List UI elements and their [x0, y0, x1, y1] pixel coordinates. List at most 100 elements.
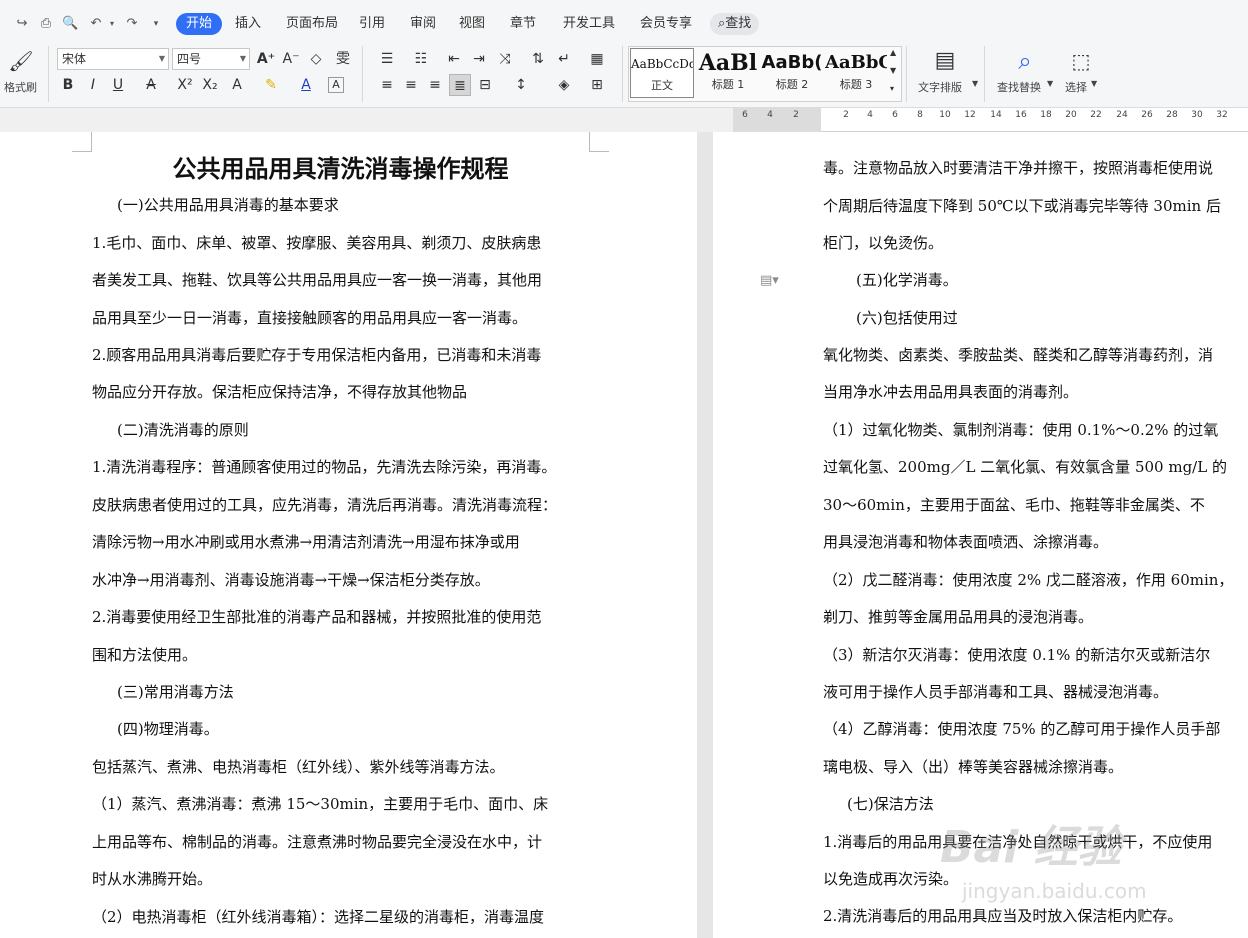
- ruler-tick: 16: [1015, 110, 1027, 120]
- distributed-icon[interactable]: ⊟: [474, 74, 496, 96]
- format-painter-label[interactable]: 格式刷: [4, 79, 37, 95]
- shading-icon[interactable]: ◈: [553, 74, 575, 96]
- select-label[interactable]: 选择: [1065, 79, 1087, 95]
- format-painter-icon[interactable]: 🖌: [8, 48, 34, 74]
- page-corner-mark: [72, 132, 92, 152]
- redo-icon[interactable]: ↪: [14, 16, 30, 32]
- tab-chapter[interactable]: 章节: [510, 13, 536, 35]
- numbered-list-icon[interactable]: ☷: [410, 48, 432, 70]
- style-name: 标题 2: [775, 78, 809, 91]
- tab-member[interactable]: 会员专享: [640, 13, 692, 35]
- tab-insert[interactable]: 插入: [235, 13, 261, 35]
- align-left-icon[interactable]: ≡: [376, 74, 398, 96]
- text-line: (三)常用消毒方法: [117, 683, 234, 701]
- tab-view[interactable]: 视图: [459, 13, 485, 35]
- text-line: (一)公共用品用具消毒的基本要求: [117, 196, 339, 214]
- text-line: 上用品等布、棉制品的消毒。注意煮沸时物品要完全浸没在水中，计: [92, 833, 543, 851]
- document-title: 公共用品用具清洗消毒操作规程: [172, 154, 509, 183]
- divider: [622, 46, 623, 102]
- phonetic-guide-icon[interactable]: 雯: [332, 48, 354, 70]
- tab-review[interactable]: 审阅: [410, 13, 436, 35]
- text-line: 氧化物类、卤素类、季胺盐类、醛类和乙醇等消毒药剂，消: [823, 346, 1214, 364]
- bullet-list-icon[interactable]: ☰: [376, 48, 398, 70]
- borders-icon[interactable]: ⊞: [586, 74, 608, 96]
- ruler-tick: 10: [939, 110, 951, 120]
- text-line: (七)保洁方法: [847, 795, 934, 813]
- superscript-icon[interactable]: X²: [174, 74, 196, 96]
- customize-toolbar-icon[interactable]: ▾: [148, 16, 164, 32]
- style-sample: AaBbCcDd: [631, 57, 693, 71]
- table-icon[interactable]: ▦: [586, 48, 608, 70]
- paragraph-layout-icon[interactable]: ▤▾: [760, 273, 779, 288]
- chevron-down-icon[interactable]: ▼: [890, 66, 896, 75]
- redo-icon[interactable]: ↷: [124, 16, 140, 32]
- chinese-layout-icon[interactable]: ⤨: [494, 48, 516, 70]
- decrease-indent-icon[interactable]: ⇤: [443, 48, 465, 70]
- clear-format-icon[interactable]: ◇: [305, 48, 327, 70]
- align-right-icon[interactable]: ≡: [424, 74, 446, 96]
- tab-page-layout[interactable]: 页面布局: [286, 13, 338, 35]
- undo-icon[interactable]: ↶: [88, 16, 104, 32]
- justify-icon[interactable]: ≣: [449, 74, 471, 96]
- font-color-icon[interactable]: A: [295, 74, 317, 96]
- print-icon[interactable]: ⎙: [38, 16, 54, 32]
- font-size-value: 四号: [177, 52, 202, 66]
- font-size-select[interactable]: 四号 ▼: [172, 48, 250, 70]
- chevron-down-icon: ▼: [972, 79, 979, 88]
- document-workspace[interactable]: 公共用品用具清洗消毒操作规程 (一)公共用品用具消毒的基本要求 1.毛巾、面巾、床…: [0, 132, 1248, 938]
- subscript-icon[interactable]: X₂: [199, 74, 221, 96]
- character-border-icon[interactable]: A: [328, 77, 344, 93]
- ruler-tick: 6: [742, 110, 748, 120]
- font-name-select[interactable]: 宋体 ▼: [57, 48, 169, 70]
- search-button[interactable]: ⌕查找: [710, 13, 760, 35]
- ruler-tick: 6: [892, 110, 898, 120]
- chevron-down-icon: ▼: [1091, 79, 1098, 88]
- style-normal[interactable]: AaBbCcDd 正文: [630, 48, 694, 98]
- sort-icon[interactable]: ⇅: [527, 48, 549, 70]
- text-line: 2.清洗消毒后的用品用具应当及时放入保洁柜内贮存。: [823, 907, 1183, 925]
- increase-font-icon[interactable]: A⁺: [255, 48, 277, 70]
- find-replace-icon[interactable]: ⌕: [1010, 46, 1040, 76]
- style-heading-3[interactable]: AaBbC 标题 3: [825, 48, 887, 98]
- increase-indent-icon[interactable]: ⇥: [468, 48, 490, 70]
- highlight-icon[interactable]: ✎: [260, 74, 282, 96]
- undo-dropdown-icon[interactable]: ▾: [104, 16, 120, 32]
- text-line: 品用具至少一日一消毒，直接接触顾客的用品用具应一客一消毒。: [92, 309, 528, 327]
- italic-icon[interactable]: I: [82, 74, 104, 96]
- tab-developer[interactable]: 开发工具: [563, 13, 615, 35]
- print-preview-icon[interactable]: 🔍: [62, 16, 78, 32]
- document-page-2[interactable]: 毒。注意物品放入时要清洁干净并擦干，按照消毒柜使用说 个周期后待温度下降到 50℃…: [713, 132, 1248, 938]
- text-line: 30～60min，主要用于面盆、毛巾、拖鞋等非金属类、不: [823, 496, 1205, 514]
- text-line: （2）电热消毒柜（红外线消毒箱）：选择二星级的消毒柜，消毒温度: [92, 908, 545, 926]
- tab-references[interactable]: 引用: [359, 13, 385, 35]
- text-line: (四)物理消毒。: [117, 720, 219, 738]
- bold-icon[interactable]: B: [57, 74, 79, 96]
- style-heading-2[interactable]: AaBb( 标题 2: [761, 48, 823, 98]
- tab-home[interactable]: 开始: [176, 13, 223, 35]
- text-line: 1.清洗消毒程序：普通顾客使用过的物品，先清洗去除污染，再消毒。: [92, 458, 557, 476]
- text-line: 物品应分开存放。保洁柜应保持洁净，不得存放其他物品: [92, 383, 468, 401]
- document-page-1[interactable]: 公共用品用具清洗消毒操作规程 (一)公共用品用具消毒的基本要求 1.毛巾、面巾、床…: [0, 132, 697, 938]
- show-marks-icon[interactable]: ↵: [553, 48, 575, 70]
- text-line: 2.顾客用品用具消毒后要贮存于专用保洁柜内备用，已消毒和未消毒: [92, 346, 542, 364]
- underline-icon[interactable]: U: [107, 74, 129, 96]
- select-icon[interactable]: ⬚: [1068, 48, 1094, 74]
- ruler-tick: 30: [1191, 110, 1203, 120]
- text-line: 围和方法使用。: [92, 646, 198, 664]
- ruler-tick: 28: [1166, 110, 1178, 120]
- line-spacing-icon[interactable]: ↕: [510, 74, 532, 96]
- style-name: 标题 3: [839, 78, 873, 91]
- decrease-font-icon[interactable]: A⁻: [280, 48, 302, 70]
- text-layout-icon[interactable]: ▤: [930, 48, 960, 74]
- find-replace-label[interactable]: 查找替换: [997, 79, 1041, 95]
- expand-gallery-icon[interactable]: ▾: [890, 84, 894, 93]
- ruler-tick: 26: [1141, 110, 1153, 120]
- text-layout-label[interactable]: 文字排版: [918, 79, 962, 95]
- chevron-up-icon[interactable]: ▲: [890, 48, 896, 57]
- align-center-icon[interactable]: ≡: [400, 74, 422, 96]
- ruler-tick: 4: [867, 110, 873, 120]
- text-effect-icon[interactable]: A: [226, 74, 248, 96]
- style-heading-1[interactable]: AaBl 标题 1: [697, 48, 759, 98]
- strikethrough-icon[interactable]: A: [140, 74, 162, 96]
- search-label: 查找: [725, 16, 752, 31]
